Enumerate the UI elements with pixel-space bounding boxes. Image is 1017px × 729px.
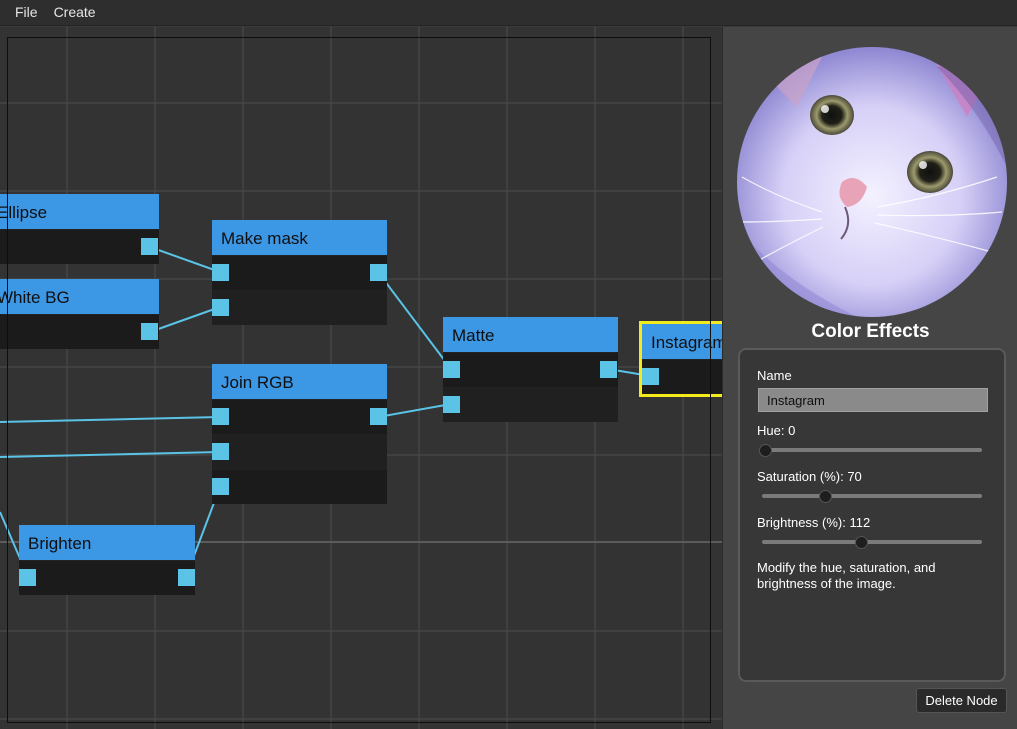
input-port[interactable]	[212, 264, 229, 281]
wire-makemask-matte	[377, 271, 452, 370]
hue-label: Hue: 0	[757, 423, 796, 438]
node-description: Modify the hue, saturation, and brightne…	[757, 560, 936, 591]
node-title: Brighten	[19, 525, 195, 560]
node-graph-canvas[interactable]: Ellipse White BG Make mask Join RGB Brig…	[0, 27, 722, 729]
node-title: Matte	[443, 317, 618, 352]
app-window: File Create Ellipse White BG Make mask J…	[0, 0, 1017, 729]
menu-create[interactable]: Create	[46, 0, 104, 26]
node-make-mask[interactable]: Make mask	[212, 220, 387, 325]
output-port[interactable]	[178, 569, 195, 586]
node-title: Join RGB	[212, 364, 387, 399]
node-matte[interactable]: Matte	[443, 317, 618, 422]
name-field[interactable]	[758, 388, 988, 412]
node-ellipse[interactable]: Ellipse	[0, 194, 159, 264]
panel-title: Color Effects	[811, 321, 930, 342]
input-port[interactable]	[212, 478, 229, 495]
delete-node-button[interactable]: Delete Node	[916, 688, 1007, 713]
input-port[interactable]	[212, 443, 229, 460]
cat-photo-icon	[737, 47, 1007, 317]
node-join-rgb[interactable]: Join RGB	[212, 364, 387, 504]
input-port[interactable]	[642, 368, 659, 385]
wire-joinrgb-matte	[377, 403, 452, 418]
menu-file[interactable]: File	[0, 0, 46, 26]
output-port[interactable]	[370, 264, 387, 281]
saturation-slider[interactable]	[762, 490, 982, 503]
output-port[interactable]	[600, 361, 617, 378]
image-preview	[737, 47, 1007, 317]
wire-ellipse-makemask	[149, 246, 221, 273]
properties-box: Name Hue: 0 Saturation (%): 70 Brightnes…	[738, 348, 1006, 682]
name-label: Name	[757, 368, 792, 383]
saturation-label: Saturation (%): 70	[757, 469, 862, 484]
node-title: White BG	[0, 279, 159, 314]
hue-slider[interactable]	[759, 444, 982, 457]
node-title: Make mask	[212, 220, 387, 255]
output-port[interactable]	[141, 323, 158, 340]
node-instagram[interactable]: Instagram	[639, 321, 722, 397]
wire-in-joinrgb-1	[0, 416, 221, 423]
brightness-label: Brightness (%): 112	[757, 515, 871, 530]
wire-whitebg-makemask	[149, 306, 221, 333]
brightness-slider[interactable]	[762, 536, 982, 549]
properties-panel: Color Effects Name Hue: 0 Saturation (%)…	[722, 27, 1017, 729]
node-brighten[interactable]: Brighten	[19, 525, 195, 595]
input-port[interactable]	[19, 569, 36, 586]
hue-slider-thumb[interactable]	[759, 444, 772, 457]
input-port[interactable]	[212, 408, 229, 425]
input-port[interactable]	[443, 361, 460, 378]
input-port[interactable]	[443, 396, 460, 413]
output-port[interactable]	[370, 408, 387, 425]
wire-in-joinrgb-2	[0, 451, 221, 458]
input-port[interactable]	[212, 299, 229, 316]
node-title: Ellipse	[0, 194, 159, 229]
output-port[interactable]	[141, 238, 158, 255]
menubar: File Create	[0, 0, 1017, 26]
node-title: Instagram	[642, 324, 722, 359]
brightness-slider-thumb[interactable]	[855, 536, 868, 549]
node-white-bg[interactable]: White BG	[0, 279, 159, 349]
saturation-slider-thumb[interactable]	[819, 490, 832, 503]
